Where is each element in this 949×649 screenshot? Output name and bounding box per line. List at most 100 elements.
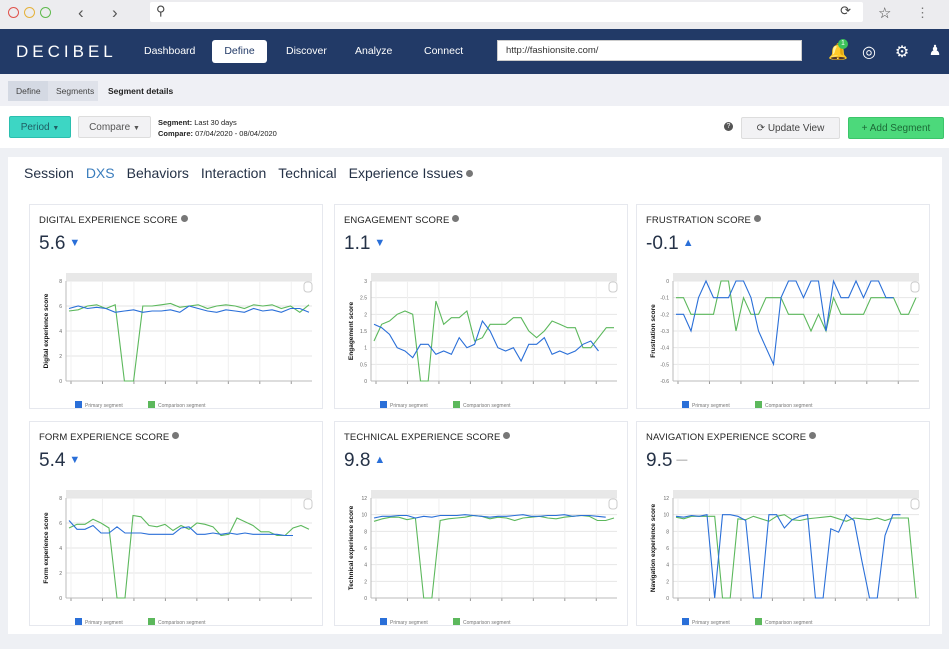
forward-icon[interactable]: › bbox=[112, 3, 118, 23]
app-header: DECIBEL Dashboard Define Discover Analyz… bbox=[0, 29, 949, 74]
breadcrumb-segment-details: Segment details bbox=[108, 86, 174, 96]
comparison-segment-line bbox=[675, 514, 917, 599]
tab-technical[interactable]: Technical bbox=[278, 165, 336, 181]
browser-address-bar[interactable]: ⚲ ⟳ bbox=[150, 2, 863, 22]
legend-swatch-primary[interactable] bbox=[75, 618, 82, 625]
zoom-reset-button[interactable] bbox=[910, 498, 920, 510]
site-url-input[interactable] bbox=[497, 40, 802, 61]
y-tick-label: 8 bbox=[59, 496, 62, 502]
tab-experience-issues[interactable]: Experience Issues bbox=[349, 165, 474, 181]
legend-swatch-primary[interactable] bbox=[75, 401, 82, 408]
nav-connect[interactable]: Connect bbox=[412, 40, 475, 63]
legend-label-primary[interactable]: Primary segment bbox=[85, 620, 123, 626]
legend-label-primary[interactable]: Primary segment bbox=[390, 403, 428, 409]
legend-label-comparison[interactable]: Comparison segment bbox=[463, 403, 511, 409]
help-icon[interactable] bbox=[180, 215, 188, 222]
zoom-scrollbar[interactable] bbox=[673, 490, 919, 498]
help-icon[interactable]: ? bbox=[724, 122, 733, 131]
help-icon[interactable] bbox=[809, 432, 817, 439]
period-dropdown[interactable]: Period ▼ bbox=[9, 116, 71, 138]
legend-swatch-primary[interactable] bbox=[682, 401, 689, 408]
close-window-button[interactable] bbox=[8, 7, 19, 18]
search-icon: ⚲ bbox=[156, 3, 166, 18]
breadcrumb-segments[interactable]: Segments bbox=[48, 81, 98, 101]
y-tick-label: 4 bbox=[666, 563, 669, 569]
back-icon[interactable]: ‹ bbox=[78, 3, 84, 23]
help-icon[interactable] bbox=[753, 215, 761, 222]
legend-swatch-comparison[interactable] bbox=[755, 618, 762, 625]
reload-icon[interactable]: ⟳ bbox=[840, 3, 851, 19]
card-title: DIGITAL EXPERIENCE SCORE bbox=[39, 215, 188, 226]
zoom-reset-button[interactable] bbox=[303, 498, 313, 510]
trend-down-icon: ▼ bbox=[69, 454, 81, 466]
notification-badge: 1 bbox=[838, 39, 848, 49]
y-tick-label: 0 bbox=[364, 379, 367, 385]
gear-icon[interactable]: ⚙ bbox=[893, 42, 911, 62]
add-segment-button[interactable]: + Add Segment bbox=[848, 117, 944, 139]
zoom-scrollbar[interactable] bbox=[673, 273, 919, 281]
zoom-scrollbar[interactable] bbox=[66, 490, 312, 498]
browser-menu-icon[interactable]: ⋮ bbox=[916, 5, 929, 21]
primary-segment-line bbox=[676, 279, 894, 367]
zoom-reset-button[interactable] bbox=[303, 281, 313, 293]
bookmark-star-icon[interactable]: ☆ bbox=[878, 4, 891, 22]
help-icon[interactable] bbox=[452, 215, 460, 222]
zoom-scrollbar[interactable] bbox=[66, 273, 312, 281]
y-tick-label: 2 bbox=[364, 312, 367, 318]
line-chart: 0 2 4 6 8 10 12 Technical experience score Prima… bbox=[348, 490, 618, 626]
legend-label-primary[interactable]: Primary segment bbox=[85, 403, 123, 409]
compare-dropdown[interactable]: Compare ▼ bbox=[78, 116, 151, 138]
y-tick-label: 6 bbox=[666, 546, 669, 552]
zoom-scrollbar[interactable] bbox=[371, 490, 617, 498]
score-value: 5.6 ▼ bbox=[39, 233, 81, 254]
legend-label-comparison[interactable]: Comparison segment bbox=[765, 620, 813, 626]
user-icon[interactable]: ♟ bbox=[926, 42, 944, 59]
y-tick-label: 2 bbox=[364, 579, 367, 585]
nav-discover[interactable]: Discover bbox=[274, 40, 339, 63]
minimize-window-button[interactable] bbox=[24, 7, 35, 18]
legend-label-comparison[interactable]: Comparison segment bbox=[765, 403, 813, 409]
zoom-reset-button[interactable] bbox=[910, 281, 920, 293]
maximize-window-button[interactable] bbox=[40, 7, 51, 18]
help-icon[interactable] bbox=[172, 432, 180, 439]
legend-swatch-primary[interactable] bbox=[682, 618, 689, 625]
update-view-button[interactable]: ⟳ Update View bbox=[741, 117, 840, 139]
tab-behaviors[interactable]: Behaviors bbox=[127, 165, 189, 181]
decibel-logo: DECIBEL bbox=[16, 42, 117, 61]
legend-label-primary[interactable]: Primary segment bbox=[390, 620, 428, 626]
legend-swatch-comparison[interactable] bbox=[755, 401, 762, 408]
y-tick-label: 12 bbox=[663, 496, 669, 502]
legend-swatch-comparison[interactable] bbox=[148, 618, 155, 625]
legend-swatch-primary[interactable] bbox=[380, 618, 387, 625]
form-experience-score-card: FORM EXPERIENCE SCORE 5.4 ▼ 0 2 4 6 8 Form expe… bbox=[29, 421, 323, 626]
legend-swatch-primary[interactable] bbox=[380, 401, 387, 408]
legend-swatch-comparison[interactable] bbox=[148, 401, 155, 408]
legend-label-comparison[interactable]: Comparison segment bbox=[158, 403, 206, 409]
nav-analyze[interactable]: Analyze bbox=[343, 40, 404, 63]
legend-label-comparison[interactable]: Comparison segment bbox=[158, 620, 206, 626]
y-tick-label: 0 bbox=[666, 279, 669, 285]
comparison-segment-line bbox=[68, 514, 310, 599]
legend-label-primary[interactable]: Primary segment bbox=[692, 620, 730, 626]
zoom-scrollbar[interactable] bbox=[371, 273, 617, 281]
help-icon[interactable] bbox=[503, 432, 511, 439]
trend-up-icon: ▲ bbox=[682, 237, 694, 249]
nav-dashboard[interactable]: Dashboard bbox=[132, 40, 207, 63]
tab-dxs[interactable]: DXS bbox=[86, 165, 115, 181]
zoom-reset-button[interactable] bbox=[608, 281, 618, 293]
breadcrumb-define[interactable]: Define bbox=[8, 81, 48, 101]
nav-define[interactable]: Define bbox=[212, 40, 267, 63]
trend-up-icon: ▲ bbox=[374, 454, 386, 466]
legend-label-comparison[interactable]: Comparison segment bbox=[463, 620, 511, 626]
help-lifebuoy-icon[interactable]: ◎ bbox=[860, 42, 878, 62]
y-tick-label: -0.4 bbox=[660, 346, 669, 352]
tab-interaction[interactable]: Interaction bbox=[201, 165, 266, 181]
zoom-reset-button[interactable] bbox=[608, 498, 618, 510]
score-value: 9.5— bbox=[646, 450, 688, 471]
y-axis-label: Technical experience score bbox=[348, 505, 355, 590]
legend-label-primary[interactable]: Primary segment bbox=[692, 403, 730, 409]
legend-swatch-comparison[interactable] bbox=[453, 401, 460, 408]
legend-swatch-comparison[interactable] bbox=[453, 618, 460, 625]
tab-session[interactable]: Session bbox=[24, 165, 74, 181]
help-icon[interactable] bbox=[466, 170, 474, 177]
